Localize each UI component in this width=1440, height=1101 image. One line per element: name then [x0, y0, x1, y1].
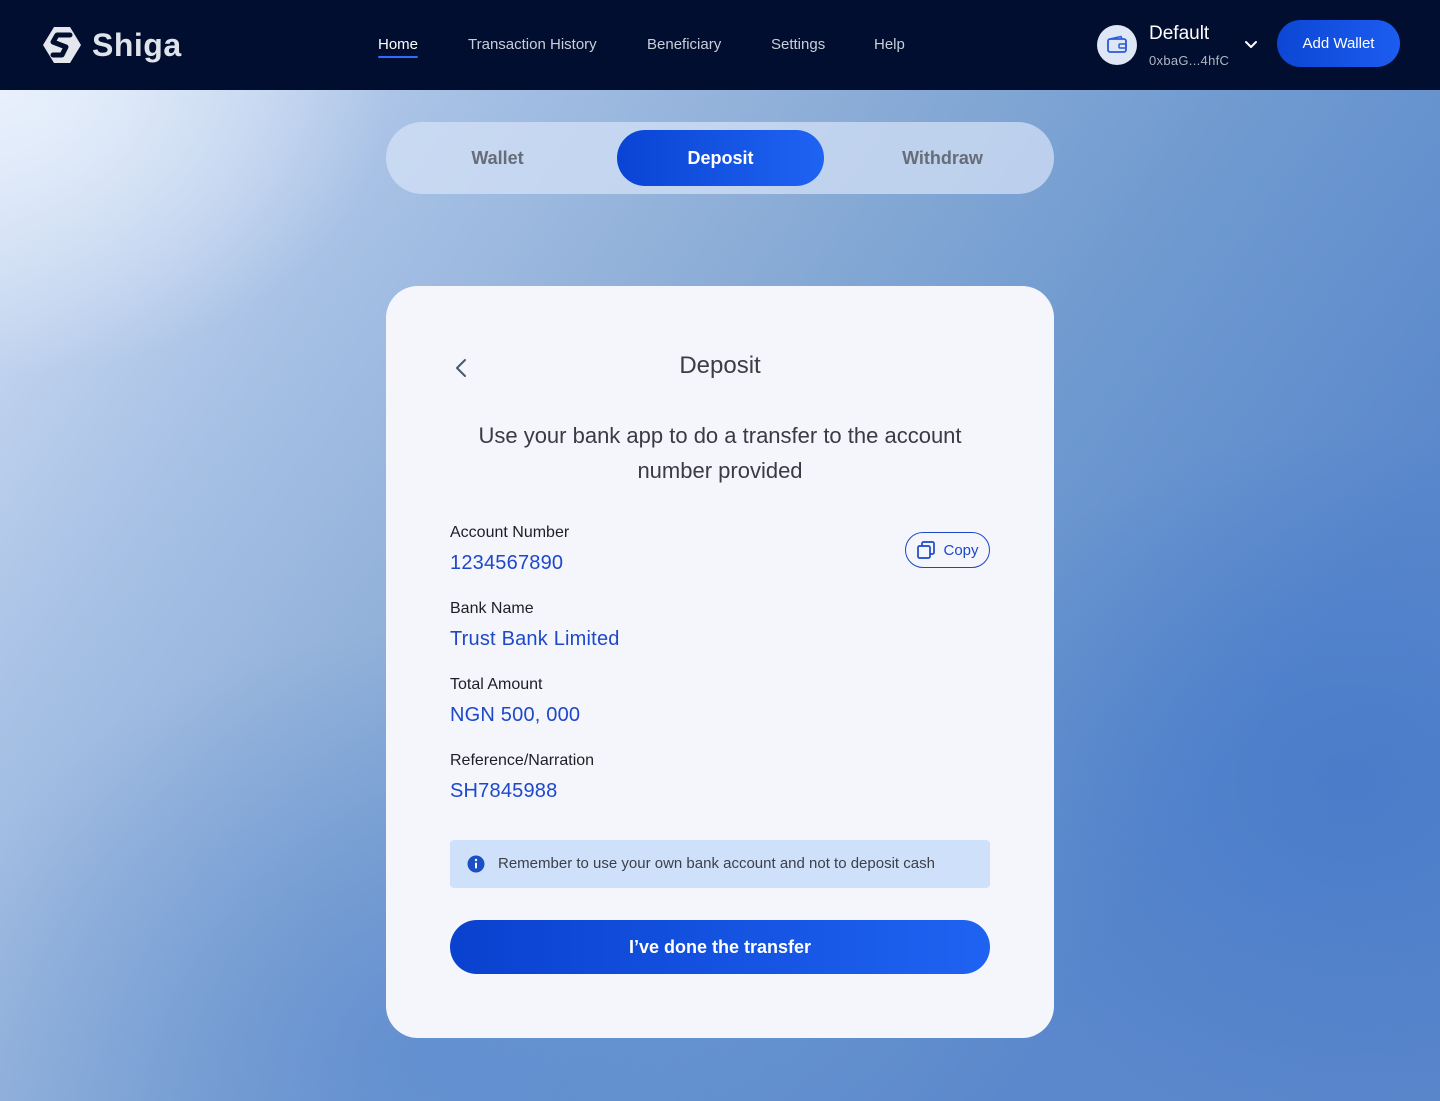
- nav-settings[interactable]: Settings: [771, 36, 825, 53]
- bank-name-label: Bank Name: [450, 600, 534, 617]
- add-wallet-button[interactable]: Add Wallet: [1277, 20, 1400, 67]
- total-amount-value: NGN 500, 000: [450, 704, 581, 726]
- notice-text: Remember to use your own bank account an…: [498, 855, 935, 872]
- info-notice: Remember to use your own bank account an…: [450, 840, 990, 888]
- reference-value: SH7845988: [450, 780, 558, 802]
- wallet-name: Default: [1149, 23, 1210, 44]
- account-number-label: Account Number: [450, 524, 570, 541]
- chevron-down-icon[interactable]: [1243, 36, 1259, 52]
- bank-name-value: Trust Bank Limited: [450, 628, 620, 650]
- nav-help[interactable]: Help: [874, 36, 905, 53]
- tab-wallet[interactable]: Wallet: [394, 130, 601, 186]
- top-navigation-bar: Shiga Home Transaction History Beneficia…: [0, 0, 1440, 90]
- transfer-done-button[interactable]: I’ve done the transfer: [450, 920, 990, 974]
- nav-home[interactable]: Home: [378, 36, 419, 58]
- tab-deposit[interactable]: Deposit: [617, 130, 824, 186]
- deposit-card: Deposit Use your bank app to do a transf…: [386, 286, 1054, 1038]
- copy-icon: [917, 541, 936, 559]
- copy-button[interactable]: Copy: [905, 532, 990, 568]
- nav-beneficiary[interactable]: Beneficiary: [647, 36, 721, 53]
- wallet-icon: [1107, 35, 1127, 53]
- reference-label: Reference/Narration: [450, 752, 595, 769]
- action-tabs: Wallet Deposit Withdraw: [386, 122, 1054, 194]
- tab-withdraw[interactable]: Withdraw: [839, 130, 1046, 186]
- wallet-avatar: [1097, 25, 1137, 65]
- account-number-value: 1234567890: [450, 552, 564, 574]
- wallet-selector[interactable]: Default 0xbaG...4hfC: [1097, 22, 1267, 72]
- card-title: Deposit: [679, 352, 761, 379]
- copy-label: Copy: [943, 541, 979, 559]
- transfer-instruction: Use your bank app to do a transfer to th…: [478, 423, 962, 483]
- nav-transaction-history[interactable]: Transaction History: [468, 36, 597, 53]
- wallet-address: 0xbaG...4hfC: [1149, 53, 1230, 68]
- total-amount-label: Total Amount: [450, 676, 543, 693]
- info-icon: [467, 855, 485, 873]
